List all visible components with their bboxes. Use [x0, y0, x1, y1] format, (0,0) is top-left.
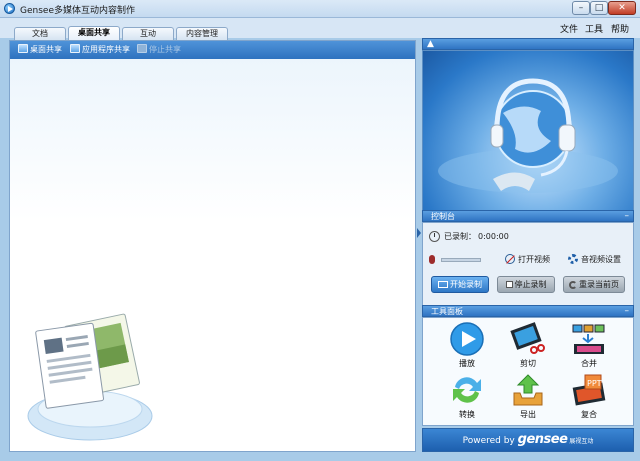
recorded-label: 已录制： — [444, 232, 476, 241]
desktop-share-button[interactable]: 桌面共享 — [18, 44, 62, 56]
tool-convert-label: 转换 — [459, 410, 475, 419]
tab-content-management[interactable]: 内容管理 — [176, 27, 228, 40]
start-record-label: 开始录制 — [450, 280, 482, 289]
camera-off-icon — [505, 254, 515, 264]
close-button[interactable]: ✕ — [608, 1, 636, 15]
tool-convert[interactable]: 转换 — [442, 373, 492, 420]
desktop-share-panel: 桌面共享 应用程序共享 停止共享 — [9, 40, 416, 452]
tools-panel-title: 工具面板 — [431, 307, 463, 316]
desktop-share-label: 桌面共享 — [30, 45, 62, 54]
control-panel-title: 控制台 — [431, 212, 455, 221]
menu-tools[interactable]: 工具 — [585, 22, 603, 35]
brand-subtitle: 展视互动 — [569, 438, 594, 445]
export-icon — [513, 374, 543, 406]
play-icon — [450, 322, 484, 356]
tool-cut[interactable]: 剪切 — [503, 322, 553, 369]
app-share-button[interactable]: 应用程序共享 — [70, 44, 130, 56]
control-panel-collapse-button[interactable]: – — [625, 211, 630, 222]
tool-composite-label: 复合 — [581, 410, 597, 419]
panel-splitter-handle[interactable] — [417, 228, 421, 238]
av-settings-button[interactable]: 音视频设置 — [568, 254, 621, 265]
open-video-button[interactable]: 打开视频 — [505, 254, 550, 265]
undo-icon — [569, 281, 577, 289]
app-share-label: 应用程序共享 — [82, 45, 130, 54]
recording-timer: 已录制： 0:00:00 — [429, 231, 509, 242]
maximize-button[interactable]: □ — [590, 1, 608, 15]
convert-icon — [453, 377, 481, 403]
tab-documents[interactable]: 文档 — [14, 27, 66, 40]
stop-icon — [505, 281, 513, 288]
stop-share-button[interactable]: 停止共享 — [137, 44, 181, 56]
powered-by-banner: Powered by gensee 展视互动 — [422, 428, 634, 452]
microphone-muted-icon[interactable] — [429, 255, 435, 264]
rerecord-label: 重录当前页 — [579, 280, 619, 289]
gear-icon — [568, 254, 578, 264]
menu-file[interactable]: 文件 — [560, 22, 578, 35]
document-illustration-icon — [27, 313, 153, 441]
recorded-time: 0:00:00 — [478, 232, 509, 241]
open-video-label: 打开视频 — [518, 255, 550, 264]
application-icon — [70, 44, 80, 53]
clock-icon — [429, 231, 440, 242]
menu-help[interactable]: 帮助 — [611, 22, 629, 35]
tool-export[interactable]: 导出 — [503, 373, 553, 420]
tool-cut-label: 剪切 — [520, 359, 536, 368]
merge-icon — [572, 324, 605, 354]
rerecord-page-button[interactable]: 重录当前页 — [563, 276, 625, 293]
svg-text:PPT: PPT — [587, 379, 602, 388]
mic-volume — [429, 255, 481, 265]
control-panel-header: 控制台 – — [422, 210, 634, 222]
share-toolbar: 桌面共享 应用程序共享 停止共享 — [10, 41, 415, 59]
title-bar: Gensee多媒体互动内容制作 – □ ✕ — [0, 0, 640, 18]
powered-by-text: Powered by — [462, 436, 515, 446]
tab-desktop-share[interactable]: 桌面共享 — [68, 26, 120, 40]
stop-record-label: 停止录制 — [514, 280, 547, 289]
tool-merge-label: 合并 — [581, 359, 597, 368]
av-settings-label: 音视频设置 — [581, 255, 621, 264]
stop-share-label: 停止共享 — [149, 45, 181, 54]
minimize-button[interactable]: – — [572, 1, 590, 15]
tool-play[interactable]: 播放 — [442, 322, 492, 369]
tool-export-label: 导出 — [520, 410, 536, 419]
video-collapse-button[interactable]: ▲ — [427, 39, 434, 50]
start-record-button[interactable]: 开始录制 — [431, 276, 489, 293]
stop-record-button[interactable]: 停止录制 — [497, 276, 555, 293]
tool-play-label: 播放 — [459, 359, 475, 368]
tools-panel: 播放 剪切 合并 转换 导出 PPT 复合 — [422, 317, 634, 426]
ppt-film-icon: PPT — [572, 374, 606, 406]
window-title: Gensee多媒体互动内容制作 — [20, 6, 135, 16]
volume-slider[interactable] — [441, 258, 481, 262]
tab-interaction[interactable]: 互动 — [122, 27, 174, 40]
control-panel: 已录制： 0:00:00 打开视频 音视频设置 开始录制 停止录制 重录当前页 — [422, 222, 634, 310]
film-scissors-icon — [510, 322, 545, 354]
stop-share-icon — [137, 44, 147, 53]
monitor-icon — [18, 44, 28, 53]
tool-merge[interactable]: 合并 — [564, 322, 614, 369]
gensee-logo: gensee — [517, 432, 568, 447]
video-panel-header: ▲ — [422, 38, 634, 50]
tool-composite[interactable]: PPT 复合 — [564, 373, 614, 420]
app-logo-icon — [4, 3, 15, 14]
video-camera-icon — [438, 281, 448, 288]
tools-panel-header: 工具面板 – — [422, 305, 634, 317]
tools-panel-collapse-button[interactable]: – — [625, 306, 630, 317]
